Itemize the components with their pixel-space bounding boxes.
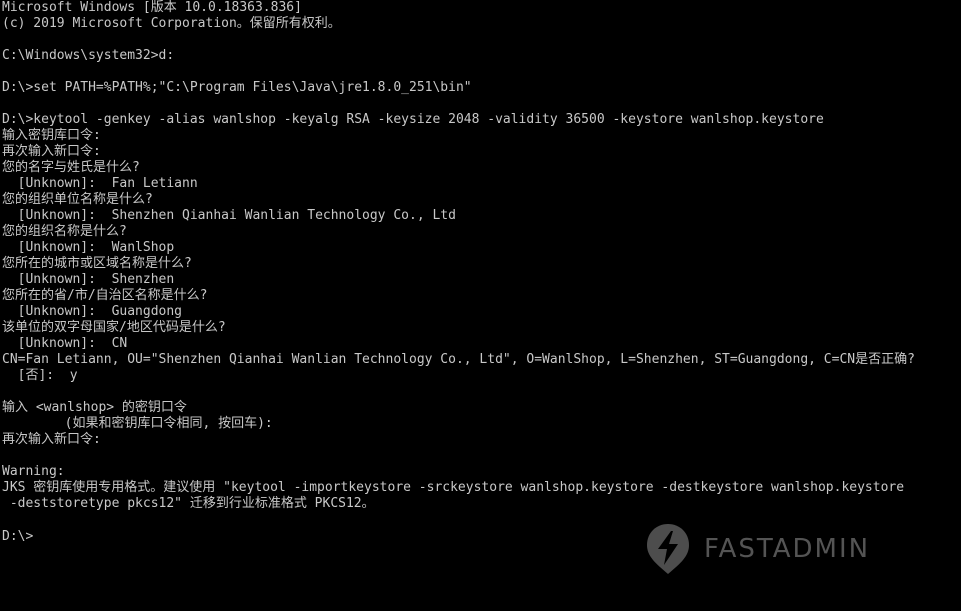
console-line: Microsoft Windows [版本 10.0.18363.836] [2,0,302,15]
console-output[interactable]: Microsoft Windows [版本 10.0.18363.836] (c… [2,0,959,611]
console-line: D:\>set PATH=%PATH%;"C:\Program Files\Ja… [2,80,472,95]
console-line: CN=Fan Letiann, OU="Shenzhen Qianhai Wan… [2,352,915,367]
console-line: [Unknown]: WanlShop [2,240,175,255]
console-line: (如果和密钥库口令相同, 按回车): [2,416,273,431]
console-line: 输入密钥库口令: [2,128,101,143]
fastadmin-watermark: FASTADMIN [646,521,870,577]
command-prompt: D:\> [2,529,34,544]
fastadmin-logo-icon [647,524,689,574]
console-line: 该单位的双字母国家/地区代码是什么? [2,320,226,335]
console-line: [Unknown]: Fan Letiann [2,176,198,191]
console-line: [Unknown]: CN [2,336,128,351]
console-line: 您的组织单位名称是什么? [2,192,153,207]
watermark-text: FASTADMIN [704,534,871,564]
console-line: [Unknown]: Shenzhen [2,272,175,287]
text-cursor [33,528,41,542]
console-line: [Unknown]: Shenzhen Qianhai Wanlian Tech… [2,208,456,223]
console-line: 再次输入新口令: [2,432,101,447]
console-line: 您的名字与姓氏是什么? [2,160,140,175]
console-line: 再次输入新口令: [2,144,101,159]
console-line: [否]: y [2,368,78,383]
console-line: 您所在的省/市/自治区名称是什么? [2,288,208,303]
console-line: 您的组织名称是什么? [2,224,127,239]
console-line: D:\>keytool -genkey -alias wanlshop -key… [2,112,824,127]
console-line: -deststoretype pkcs12" 迁移到行业标准格式 PKCS12。 [2,496,375,511]
console-line: 您所在的城市或区域名称是什么? [2,256,192,271]
console-line: Warning: [2,464,65,479]
console-line: JKS 密钥库使用专用格式。建议使用 "keytool -importkeyst… [2,480,905,495]
console-line: C:\Windows\system32>d: [2,48,175,63]
console-line: 输入 <wanlshop> 的密钥口令 [2,400,187,415]
console-line: (c) 2019 Microsoft Corporation。保留所有权利。 [2,16,341,31]
console-line: [Unknown]: Guangdong [2,304,183,319]
